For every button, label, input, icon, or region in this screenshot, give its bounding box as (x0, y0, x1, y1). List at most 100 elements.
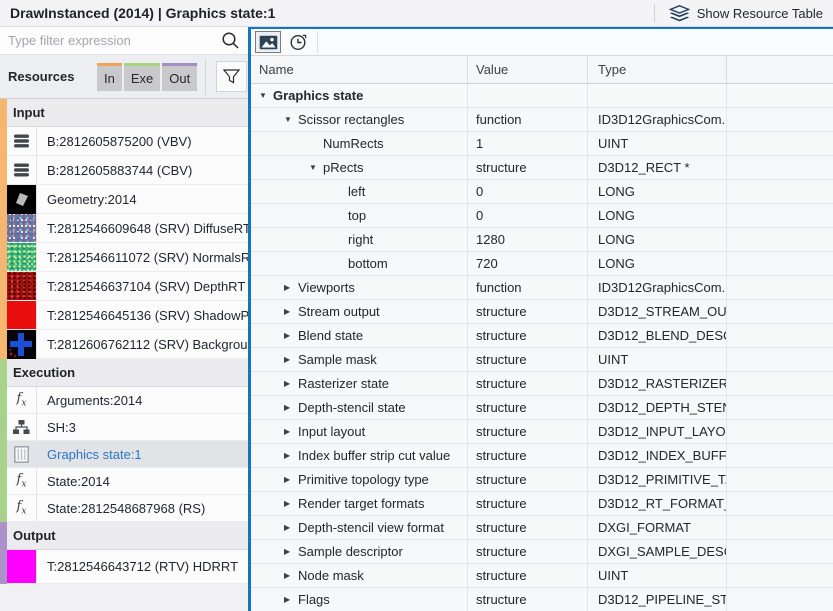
table-row-blend-state[interactable]: Blend statestructureD3D12_BLEND_DESC (251, 324, 833, 348)
table-row-right[interactable]: right1280LONG (251, 228, 833, 252)
filter-toggle-out[interactable]: Out (162, 63, 197, 91)
table-row-prects[interactable]: pRectsstructure D3D12_RECT * (251, 156, 833, 180)
table-row-input-layout[interactable]: Input layoutstructureD3D12_INPUT_LAYO... (251, 420, 833, 444)
expander-collapsed-icon[interactable] (284, 427, 298, 436)
expander-expanded-icon[interactable] (284, 115, 298, 124)
buffer-icon (7, 127, 37, 155)
cell-value: structure (468, 540, 588, 563)
expander-collapsed-icon[interactable] (284, 547, 298, 556)
sidebar-item-sh-3[interactable]: SH:3 (7, 414, 248, 441)
filter-expression-row: Type filter expression (0, 27, 248, 55)
table-row-primitive-topology-type[interactable]: Primitive topology typestructureD3D12_PR… (251, 468, 833, 492)
sidebar-item-state-2812548687968-rs[interactable]: fxState:2812548687968 (RS) (7, 495, 248, 522)
cell-type: D3D12_RT_FORMAT_... (588, 492, 727, 515)
table-row-rasterizer-state[interactable]: Rasterizer statestructureD3D12_RASTERIZE… (251, 372, 833, 396)
expander-collapsed-icon[interactable] (284, 451, 298, 460)
row-name-label: Depth-stencil state (298, 400, 406, 415)
table-row-flags[interactable]: FlagsstructureD3D12_PIPELINE_STA... (251, 588, 833, 611)
resources-toolbar: Resources InExeOut (0, 55, 248, 99)
cell-value: structure (468, 300, 588, 323)
table-row-sample-descriptor[interactable]: Sample descriptorstructureDXGI_SAMPLE_DE… (251, 540, 833, 564)
show-resource-table-button[interactable]: Show Resource Table (669, 5, 833, 22)
sidebar-item-label: Geometry:2014 (37, 185, 137, 213)
cell-value: function (468, 108, 588, 131)
table-row-graphics-state[interactable]: Graphics state (251, 84, 833, 108)
sidebar-item-b-2812605883744-cbv[interactable]: B:2812605883744 (CBV) (7, 156, 248, 185)
expander-collapsed-icon[interactable] (284, 499, 298, 508)
history-view-button[interactable] (285, 31, 311, 53)
cell-type: D3D12_INDEX_BUFFE... (588, 444, 727, 467)
sidebar-item-geometry-2014[interactable]: Geometry:2014 (7, 185, 248, 214)
row-name-label: Primitive topology type (298, 472, 429, 487)
row-name-label: Input layout (298, 424, 365, 439)
expander-expanded-icon[interactable] (309, 163, 323, 172)
sidebar-item-label: T:2812546637104 (SRV) DepthRT (37, 272, 245, 300)
sidebar-item-t-2812606762112-srv-backgrou[interactable]: T:2812606762112 (SRV) Backgrou... (7, 330, 248, 359)
expander-collapsed-icon[interactable] (284, 571, 298, 580)
title-bar: DrawInstanced (2014) | Graphics state:1 … (0, 0, 833, 27)
section-output: OutputT:2812546643712 (RTV) HDRRT (0, 522, 248, 584)
filter-funnel-button[interactable] (216, 61, 247, 92)
column-header-value[interactable]: Value (468, 56, 588, 83)
table-row-depth-stencil-view-format[interactable]: Depth-stencil view formatstructureDXGI_F… (251, 516, 833, 540)
table-row-left[interactable]: left0LONG (251, 180, 833, 204)
expander-collapsed-icon[interactable] (284, 331, 298, 340)
sidebar-item-t-2812546637104-srv-depthrt[interactable]: T:2812546637104 (SRV) DepthRT (7, 272, 248, 301)
cell-empty (727, 228, 833, 251)
cell-type: LONG (588, 180, 727, 203)
cell-value: 0 (468, 204, 588, 227)
table-row-top[interactable]: top0LONG (251, 204, 833, 228)
sidebar-item-t-2812546611072-srv-normalsrt[interactable]: T:2812546611072 (SRV) NormalsRT (7, 243, 248, 272)
cell-name: left (251, 180, 468, 203)
table-row-stream-output[interactable]: Stream outputstructureD3D12_STREAM_OU... (251, 300, 833, 324)
filter-expression-input[interactable]: Type filter expression (8, 33, 131, 48)
image-view-button[interactable] (255, 31, 281, 53)
titlebar-separator (654, 4, 655, 22)
cell-name: Stream output (251, 300, 468, 323)
sidebar-item-label: SH:3 (37, 414, 76, 440)
sidebar-item-label: Graphics state:1 (37, 441, 142, 467)
sidebar-item-t-2812546643712-rtv-hdrrt[interactable]: T:2812546643712 (RTV) HDRRT (7, 550, 248, 584)
expander-expanded-icon[interactable] (259, 91, 273, 100)
table-row-depth-stencil-state[interactable]: Depth-stencil statestructureD3D12_DEPTH_… (251, 396, 833, 420)
sidebar-item-graphics-state-1[interactable]: Graphics state:1 (7, 441, 248, 468)
expander-collapsed-icon[interactable] (284, 283, 298, 292)
filter-toggle-exe[interactable]: Exe (124, 63, 160, 91)
sidebar-item-state-2014[interactable]: fxState:2014 (7, 468, 248, 495)
sidebar-item-label: Arguments:2014 (37, 387, 142, 413)
sidebar-item-t-2812546609648-srv-diffusert[interactable]: T:2812546609648 (SRV) DiffuseRT (7, 214, 248, 243)
search-icon[interactable] (221, 31, 240, 50)
sidebar-item-arguments-2014[interactable]: fxArguments:2014 (7, 387, 248, 414)
table-row-sample-mask[interactable]: Sample maskstructureUINT (251, 348, 833, 372)
expander-collapsed-icon[interactable] (284, 523, 298, 532)
expander-collapsed-icon[interactable] (284, 595, 298, 604)
funnel-icon (223, 69, 240, 84)
cell-value: structure (468, 420, 588, 443)
expander-collapsed-icon[interactable] (284, 307, 298, 316)
table-row-render-target-formats[interactable]: Render target formatsstructureD3D12_RT_F… (251, 492, 833, 516)
section-execution: ExecutionfxArguments:2014SH:3Graphics st… (0, 359, 248, 522)
sidebar-item-t-2812546645136-srv-shadowpa[interactable]: T:2812546645136 (SRV) ShadowPa... (7, 301, 248, 330)
expander-collapsed-icon[interactable] (284, 379, 298, 388)
table-row-numrects[interactable]: NumRects1UINT (251, 132, 833, 156)
cell-value: structure (468, 564, 588, 587)
table-row-bottom[interactable]: bottom720LONG (251, 252, 833, 276)
column-header-name[interactable]: Name (251, 56, 468, 83)
table-row-scissor-rectangles[interactable]: Scissor rectanglesfunctionID3D12Graphics… (251, 108, 833, 132)
cell-name: Render target formats (251, 492, 468, 515)
sidebar-item-b-2812605875200-vbv[interactable]: B:2812605875200 (VBV) (7, 127, 248, 156)
table-row-viewports[interactable]: ViewportsfunctionID3D12GraphicsCom... (251, 276, 833, 300)
column-header-type[interactable]: Type (588, 56, 727, 83)
cell-value: structure (468, 516, 588, 539)
expander-collapsed-icon[interactable] (284, 475, 298, 484)
detail-toolbar (251, 29, 833, 56)
expander-collapsed-icon[interactable] (284, 403, 298, 412)
cell-type: D3D12_RECT * (588, 156, 727, 179)
expander-collapsed-icon[interactable] (284, 355, 298, 364)
table-row-index-buffer-strip-cut-value[interactable]: Index buffer strip cut valuestructureD3D… (251, 444, 833, 468)
table-row-node-mask[interactable]: Node maskstructureUINT (251, 564, 833, 588)
filter-toggle-in[interactable]: In (97, 63, 122, 91)
sidebar-item-label: State:2812548687968 (RS) (37, 495, 205, 521)
cell-type: LONG (588, 204, 727, 227)
sidebar-item-label: T:2812546611072 (SRV) NormalsRT (37, 243, 248, 271)
